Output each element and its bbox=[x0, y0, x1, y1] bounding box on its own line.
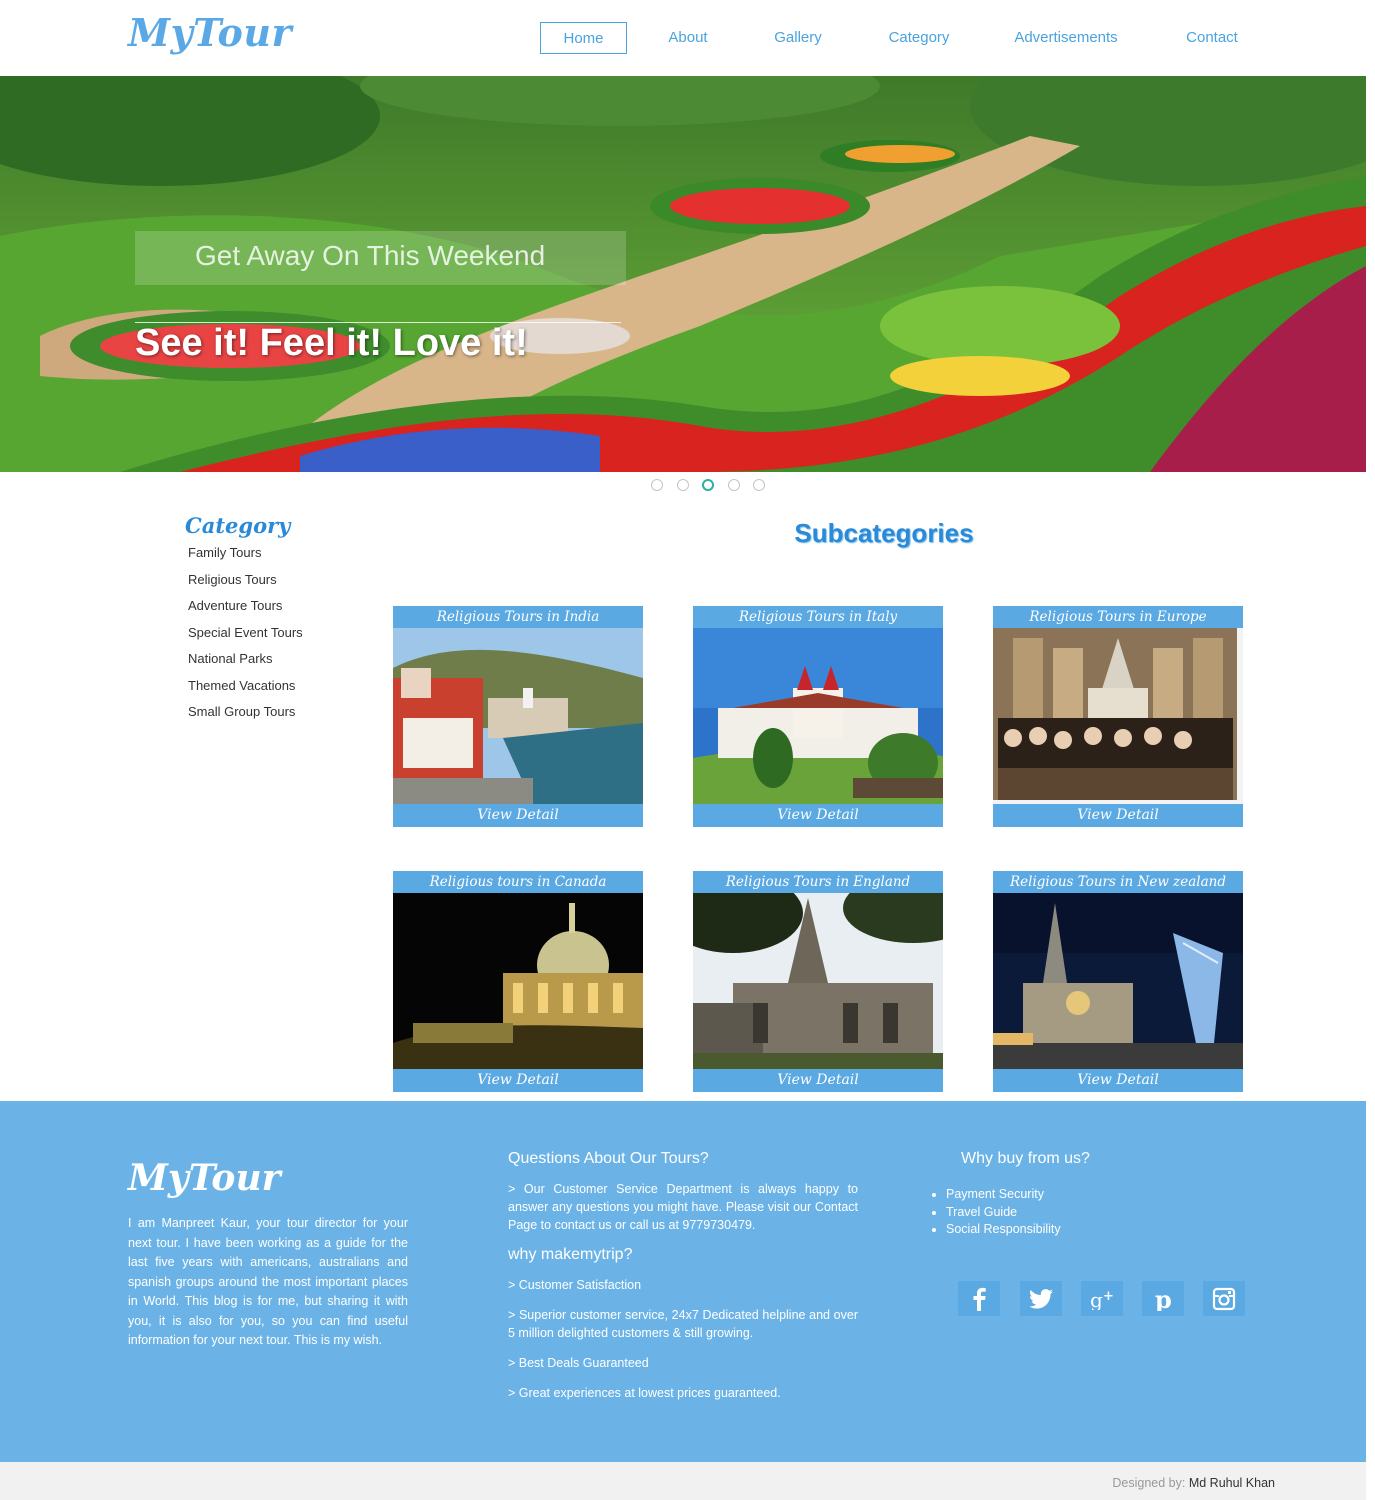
category-item[interactable]: Family Tours bbox=[188, 545, 303, 572]
category-list: Family Tours Religious Tours Adventure T… bbox=[188, 545, 303, 731]
category-item[interactable]: Small Group Tours bbox=[188, 704, 303, 731]
why-item: > Best Deals Guaranteed bbox=[508, 1356, 649, 1370]
why-heading: why makemytrip? bbox=[508, 1246, 633, 1263]
nav-about[interactable]: About bbox=[658, 22, 718, 54]
buy-item: Social Responsibility bbox=[946, 1221, 1061, 1239]
subcategory-card: Religious tours in Canada View Detail bbox=[393, 871, 643, 1092]
card-image[interactable] bbox=[693, 893, 943, 1069]
buy-item: Payment Security bbox=[946, 1186, 1061, 1204]
card-title[interactable]: Religious Tours in Italy bbox=[693, 606, 943, 628]
view-detail-button[interactable]: View Detail bbox=[393, 1069, 643, 1092]
category-heading: Category bbox=[185, 513, 291, 538]
card-title[interactable]: Religious Tours in New zealand bbox=[993, 871, 1243, 893]
credit-label: Designed by: bbox=[1112, 1476, 1186, 1490]
hero-subtitle: Get Away On This Weekend bbox=[195, 240, 546, 271]
subcategory-card: Religious Tours in Europe View Detail bbox=[993, 606, 1243, 827]
nav-category[interactable]: Category bbox=[880, 22, 958, 54]
card-image[interactable] bbox=[993, 893, 1243, 1069]
buy-item: Travel Guide bbox=[946, 1204, 1061, 1222]
card-title[interactable]: Religious Tours in Europe bbox=[993, 606, 1243, 628]
card-title[interactable]: Religious Tours in England bbox=[693, 871, 943, 893]
svg-text:+: + bbox=[1103, 1289, 1114, 1304]
subcategory-card: Religious Tours in New zealand View Deta… bbox=[993, 871, 1243, 1092]
category-item[interactable]: National Parks bbox=[188, 651, 303, 678]
category-item[interactable]: Religious Tours bbox=[188, 572, 303, 599]
site-logo[interactable]: MyTour bbox=[128, 10, 292, 55]
card-image[interactable] bbox=[393, 893, 643, 1069]
subcategories-heading: Subcategories bbox=[794, 518, 974, 548]
footer-about-text: I am Manpreet Kaur, your tour director f… bbox=[128, 1216, 408, 1347]
nav-home[interactable]: Home bbox=[540, 22, 627, 54]
credit-name: Md Ruhul Khan bbox=[1188, 1476, 1275, 1490]
facebook-icon[interactable] bbox=[958, 1281, 1000, 1316]
hero-title: See it! Feel it! Love it! bbox=[135, 322, 528, 364]
view-detail-button[interactable]: View Detail bbox=[693, 804, 943, 827]
view-detail-button[interactable]: View Detail bbox=[993, 804, 1243, 827]
subcategory-card: Religious Tours in Italy View Detail bbox=[693, 606, 943, 827]
slider-dot-3[interactable] bbox=[702, 479, 714, 491]
slider-dot-4[interactable] bbox=[728, 479, 740, 491]
nav-advertisements[interactable]: Advertisements bbox=[1010, 22, 1122, 54]
view-detail-button[interactable]: View Detail bbox=[993, 1069, 1243, 1092]
twitter-icon[interactable] bbox=[1020, 1281, 1062, 1316]
footer-logo[interactable]: MyTour bbox=[128, 1157, 281, 1199]
buy-list: Payment Security Travel Guide Social Res… bbox=[946, 1186, 1061, 1239]
questions-text: > Our Customer Service Department is alw… bbox=[508, 1182, 858, 1232]
svg-text:p: p bbox=[1155, 1287, 1172, 1311]
page: MyTour Home About Gallery Category Adver… bbox=[0, 0, 1375, 1500]
google-plus-icon[interactable]: g + bbox=[1081, 1281, 1123, 1316]
card-image[interactable] bbox=[693, 628, 943, 804]
slider-dot-1[interactable] bbox=[651, 479, 663, 491]
card-image[interactable] bbox=[993, 628, 1243, 804]
nav-gallery[interactable]: Gallery bbox=[766, 22, 830, 54]
svg-text:g: g bbox=[1090, 1288, 1103, 1310]
designer-credit: Designed by: Md Ruhul Khan bbox=[1112, 1476, 1275, 1490]
slider-dot-5[interactable] bbox=[753, 479, 765, 491]
view-detail-button[interactable]: View Detail bbox=[693, 1069, 943, 1092]
why-item: > Superior customer service, 24x7 Dedica… bbox=[508, 1308, 858, 1340]
subcategory-card: Religious Tours in India View Detail bbox=[393, 606, 643, 827]
why-item: > Great experiences at lowest prices gua… bbox=[508, 1386, 781, 1400]
pinterest-icon[interactable]: p bbox=[1142, 1281, 1184, 1316]
slider-dot-2[interactable] bbox=[677, 479, 689, 491]
card-image[interactable] bbox=[393, 628, 643, 804]
nav-contact[interactable]: Contact bbox=[1178, 22, 1246, 54]
questions-heading: Questions About Our Tours? bbox=[508, 1150, 709, 1167]
view-detail-button[interactable]: View Detail bbox=[393, 804, 643, 827]
card-title[interactable]: Religious tours in Canada bbox=[393, 871, 643, 893]
hero-slider[interactable]: Get Away On This Weekend See it! Feel it… bbox=[0, 76, 1366, 472]
category-item[interactable]: Special Event Tours bbox=[188, 625, 303, 652]
why-item: > Customer Satisfaction bbox=[508, 1278, 642, 1292]
category-item[interactable]: Adventure Tours bbox=[188, 598, 303, 625]
category-item[interactable]: Themed Vacations bbox=[188, 678, 303, 705]
card-title[interactable]: Religious Tours in India bbox=[393, 606, 643, 628]
buy-heading: Why buy from us? bbox=[961, 1150, 1090, 1167]
subcategory-card: Religious Tours in England View Detail bbox=[693, 871, 943, 1092]
instagram-icon[interactable] bbox=[1203, 1281, 1245, 1316]
site-footer: MyTour I am Manpreet Kaur, your tour dir… bbox=[0, 1101, 1366, 1462]
site-header: MyTour Home About Gallery Category Adver… bbox=[0, 0, 1375, 76]
